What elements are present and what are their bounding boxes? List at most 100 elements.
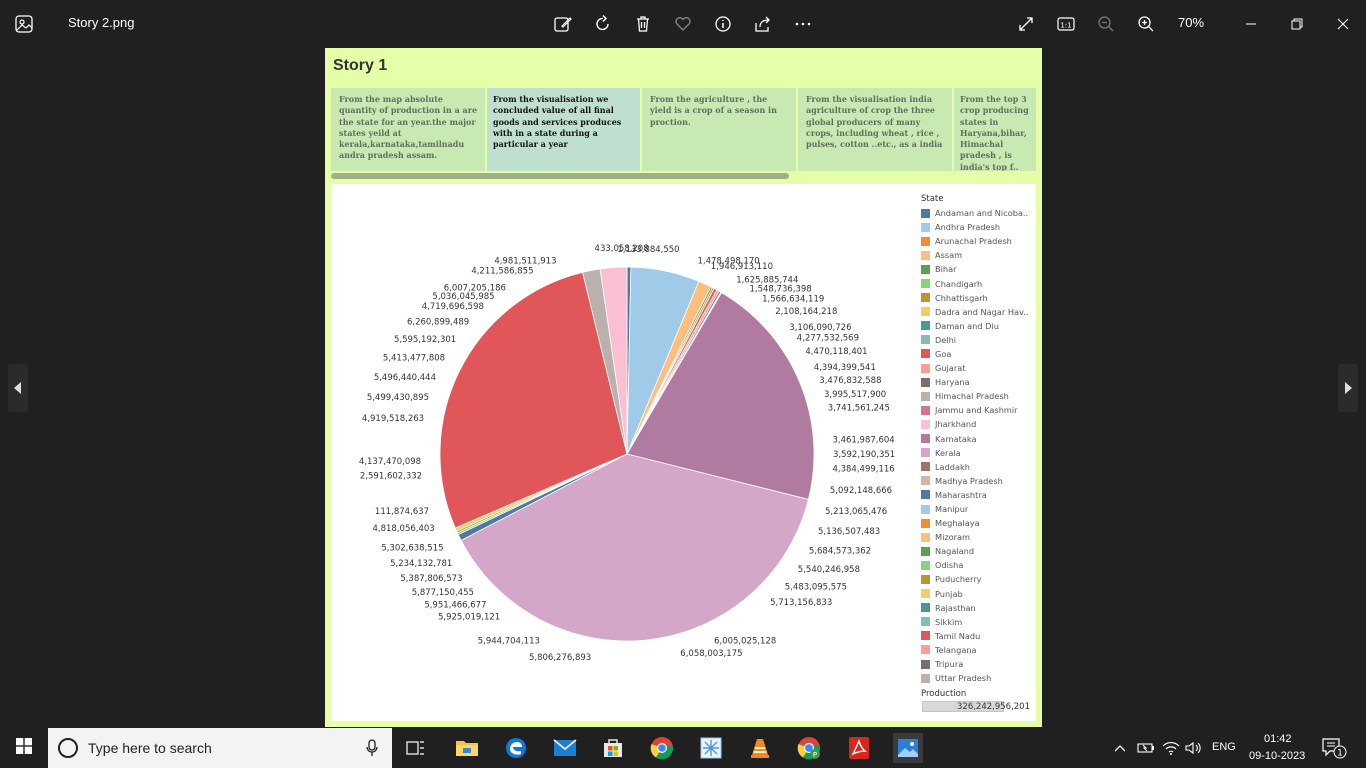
legend-item[interactable]: Punjab bbox=[921, 587, 1033, 601]
microphone-icon[interactable] bbox=[366, 739, 378, 761]
photos-taskbar-icon[interactable] bbox=[893, 733, 923, 763]
legend-swatch bbox=[921, 434, 930, 444]
pie-data-label: 4,981,511,913 bbox=[494, 256, 556, 266]
legend-item[interactable]: Maharashtra bbox=[921, 488, 1033, 502]
zoom-in-icon[interactable] bbox=[1134, 12, 1158, 36]
story-point-5[interactable]: From the top 3 crop producing states in … bbox=[954, 88, 1036, 171]
story-point-1[interactable]: From the map absolute quantity of produc… bbox=[331, 88, 485, 171]
legend-item[interactable]: Tripura bbox=[921, 657, 1033, 671]
zoom-level[interactable]: 70% bbox=[1178, 15, 1204, 30]
legend-item[interactable]: Sikkim bbox=[921, 615, 1033, 629]
task-view-icon[interactable] bbox=[402, 734, 430, 762]
microsoft-store-icon[interactable] bbox=[599, 734, 627, 762]
input-language[interactable]: ENG bbox=[1212, 741, 1236, 753]
notification-center-icon[interactable]: 1 bbox=[1318, 734, 1350, 762]
pie-chart-svg: 433,058,2081,133,884,5501,478,498,1701,9… bbox=[359, 244, 895, 663]
legend-item[interactable]: Laddakh bbox=[921, 460, 1033, 474]
pie-data-label: 6,058,003,175 bbox=[680, 649, 742, 659]
clock-date[interactable]: 09-10-2023 bbox=[1249, 750, 1305, 762]
start-button[interactable] bbox=[0, 728, 48, 768]
legend-item[interactable]: Karnataka bbox=[921, 432, 1033, 446]
legend-item[interactable]: Himachal Pradesh bbox=[921, 389, 1033, 403]
story-point-3[interactable]: From the agriculture , the yield is a cr… bbox=[642, 88, 796, 171]
legend-item[interactable]: Madhya Pradesh bbox=[921, 474, 1033, 488]
snipping-tool-icon[interactable] bbox=[697, 734, 725, 762]
legend-item[interactable]: Jharkhand bbox=[921, 417, 1033, 431]
pie-data-label: 5,413,477,808 bbox=[383, 353, 445, 363]
legend-item[interactable]: Chhattisgarh bbox=[921, 291, 1033, 305]
acrobat-reader-icon[interactable] bbox=[845, 734, 873, 762]
restore-icon[interactable] bbox=[1285, 12, 1309, 36]
rotate-icon[interactable] bbox=[591, 12, 615, 36]
minimize-icon[interactable] bbox=[1239, 12, 1263, 36]
edit-icon[interactable] bbox=[551, 12, 575, 36]
legend-item[interactable]: Odisha bbox=[921, 558, 1033, 572]
legend-item[interactable]: Chandigarh bbox=[921, 276, 1033, 290]
legend-item[interactable]: Dadra and Nagar Hav.. bbox=[921, 305, 1033, 319]
chrome-profile-icon[interactable]: P bbox=[795, 734, 823, 762]
legend-item[interactable]: Rajasthan bbox=[921, 601, 1033, 615]
next-image-button[interactable] bbox=[1338, 364, 1358, 412]
legend-swatch bbox=[921, 504, 930, 514]
tabs-scrollbar[interactable] bbox=[331, 172, 1036, 180]
pie-data-label: 3,995,517,900 bbox=[824, 390, 886, 400]
legend-swatch bbox=[921, 250, 930, 260]
legend-swatch bbox=[921, 293, 930, 303]
actual-size-icon[interactable]: 1:1 bbox=[1054, 12, 1078, 36]
legend-item[interactable]: Meghalaya bbox=[921, 516, 1033, 530]
clock-time[interactable]: 01:42 bbox=[1264, 733, 1292, 745]
legend-item[interactable]: Uttar Pradesh bbox=[921, 671, 1033, 685]
legend-item[interactable]: Manipur bbox=[921, 502, 1033, 516]
legend-item[interactable]: Andaman and Nicoba.. bbox=[921, 206, 1033, 220]
pie-data-label: 4,394,399,541 bbox=[814, 363, 876, 373]
close-icon[interactable] bbox=[1331, 12, 1355, 36]
pie-data-label: 5,925,019,121 bbox=[438, 612, 500, 622]
legend-swatch bbox=[921, 462, 930, 472]
legend-item[interactable]: Telangana bbox=[921, 643, 1033, 657]
previous-image-button[interactable] bbox=[8, 364, 28, 412]
legend-item[interactable]: Jammu and Kashmir bbox=[921, 403, 1033, 417]
vlc-icon[interactable] bbox=[746, 734, 774, 762]
info-icon[interactable] bbox=[711, 12, 735, 36]
legend-label: Dadra and Nagar Hav.. bbox=[935, 306, 1029, 317]
story-point-2[interactable]: From the visualisation we concluded valu… bbox=[487, 88, 640, 171]
legend-item[interactable]: Kerala bbox=[921, 446, 1033, 460]
legend-item[interactable]: Daman and Diu bbox=[921, 319, 1033, 333]
legend-item[interactable]: Arunachal Pradesh bbox=[921, 234, 1033, 248]
story-title: Story 1 bbox=[333, 57, 388, 74]
file-explorer-icon[interactable] bbox=[453, 734, 481, 762]
show-hidden-icons-chevron-icon[interactable] bbox=[1110, 734, 1130, 762]
chrome-icon[interactable] bbox=[648, 734, 676, 762]
legend-item[interactable]: Bihar bbox=[921, 262, 1033, 276]
legend-item[interactable]: Tamil Nadu bbox=[921, 629, 1033, 643]
battery-icon[interactable] bbox=[1135, 734, 1157, 762]
more-icon[interactable] bbox=[791, 12, 815, 36]
legend-label: Daman and Diu bbox=[935, 320, 999, 331]
edge-browser-icon[interactable] bbox=[502, 734, 530, 762]
legend-item[interactable]: Goa bbox=[921, 347, 1033, 361]
zoom-out-icon[interactable] bbox=[1094, 12, 1118, 36]
fullscreen-icon[interactable] bbox=[1014, 12, 1038, 36]
pie-data-label: 5,136,507,483 bbox=[818, 527, 880, 537]
legend-item[interactable]: Delhi bbox=[921, 333, 1033, 347]
legend-item[interactable]: Gujarat bbox=[921, 361, 1033, 375]
legend-swatch bbox=[921, 377, 930, 387]
legend-item[interactable]: Mizoram bbox=[921, 530, 1033, 544]
favorite-icon[interactable] bbox=[671, 12, 695, 36]
tabs-scrollbar-thumb[interactable] bbox=[331, 173, 789, 179]
legend-item[interactable]: Haryana bbox=[921, 375, 1033, 389]
mail-icon[interactable] bbox=[551, 734, 579, 762]
legend-item[interactable]: Nagaland bbox=[921, 544, 1033, 558]
legend-swatch bbox=[921, 335, 930, 345]
legend-label: Maharashtra bbox=[935, 489, 987, 500]
legend-item[interactable]: Puducherry bbox=[921, 572, 1033, 586]
story-point-4[interactable]: From the visualisation india agriculture… bbox=[798, 88, 952, 171]
legend-label: Mizoram bbox=[935, 532, 971, 543]
share-icon[interactable] bbox=[751, 12, 775, 36]
delete-icon[interactable] bbox=[631, 12, 655, 36]
wifi-icon[interactable] bbox=[1160, 734, 1182, 762]
legend-item[interactable]: Andhra Pradesh bbox=[921, 220, 1033, 234]
volume-icon[interactable] bbox=[1183, 734, 1205, 762]
legend-item[interactable]: Assam bbox=[921, 248, 1033, 262]
taskbar-search-box[interactable]: Type here to search bbox=[48, 728, 392, 768]
